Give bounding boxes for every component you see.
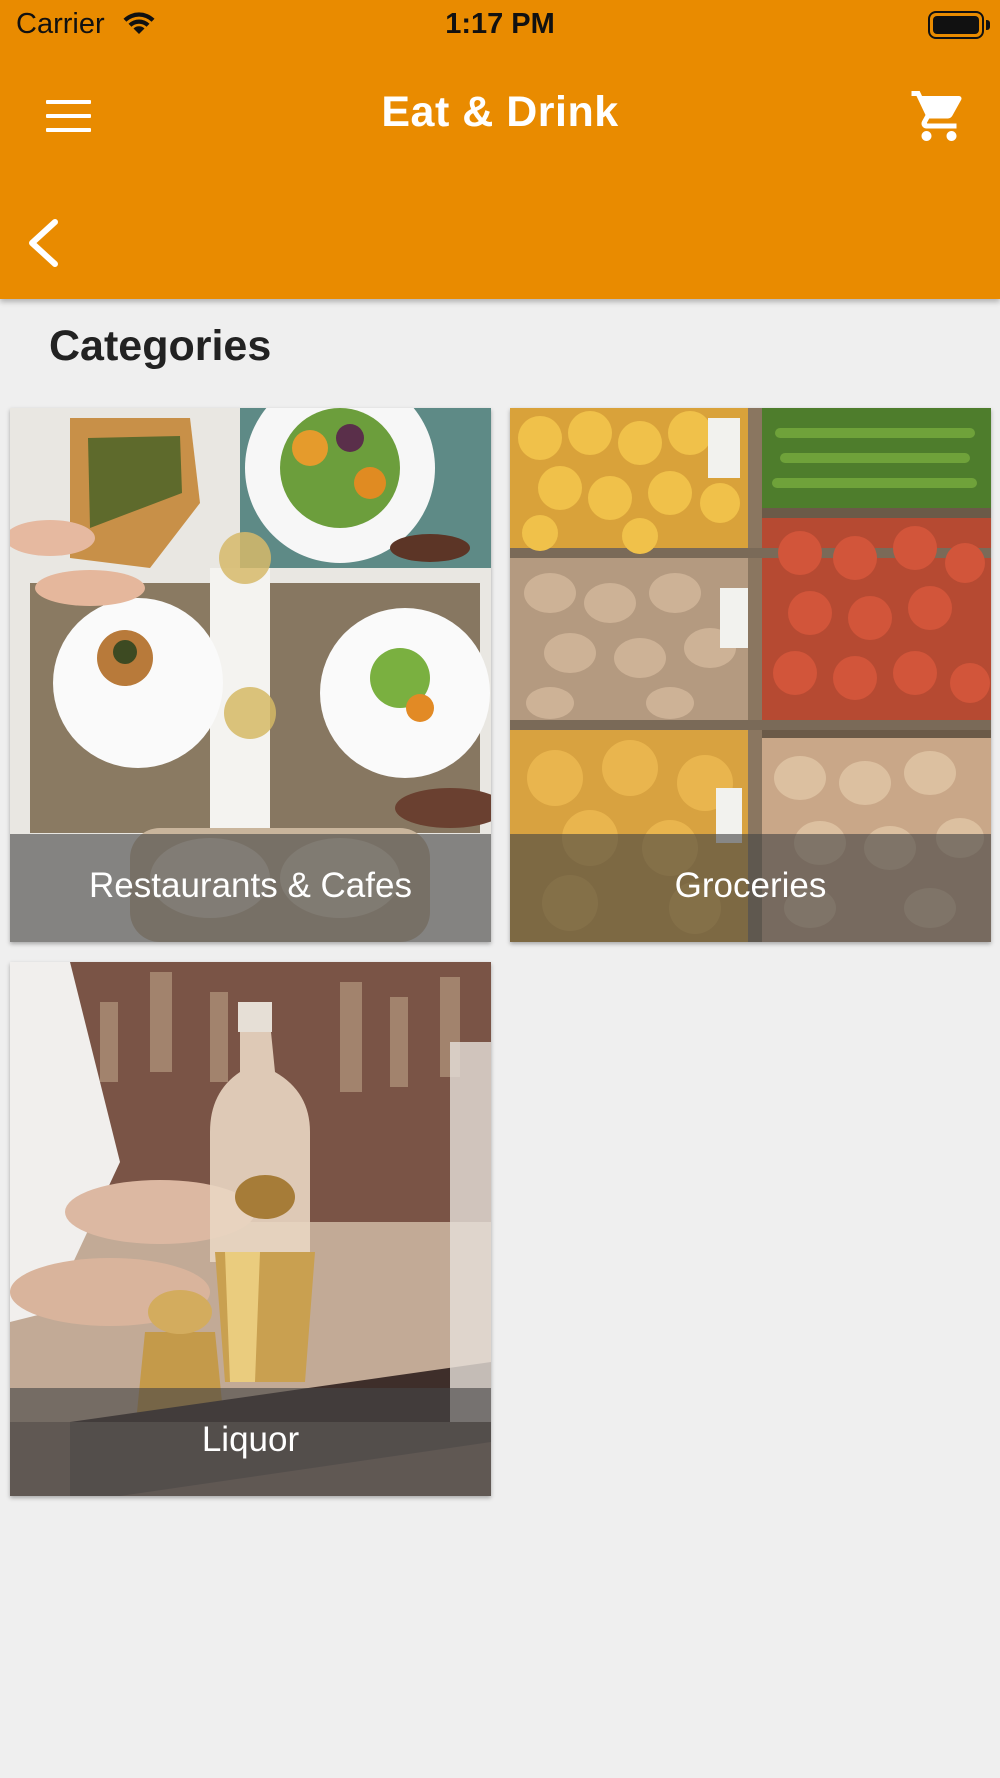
category-label: Liquor: [201, 1420, 300, 1459]
back-button[interactable]: [20, 210, 80, 272]
battery-cap: [986, 20, 990, 30]
category-tile-restaurants[interactable]: Restaurants & Cafes: [10, 408, 491, 942]
status-time: 1:17 PM: [445, 8, 555, 40]
category-tile-liquor[interactable]: Liquor: [10, 962, 491, 1496]
back-chevron-icon: [29, 219, 58, 267]
section-heading: Categories: [49, 322, 272, 370]
battery-icon: [928, 11, 984, 39]
cart-button[interactable]: [909, 86, 969, 146]
cart-icon: [911, 91, 962, 141]
app-bar: Carrier 1:17 PM Eat & Drink: [0, 0, 1000, 299]
category-tile-groceries[interactable]: Groceries: [510, 408, 991, 942]
page-title: Eat & Drink: [381, 88, 619, 136]
status-bar: Carrier 1:17 PM: [0, 0, 1000, 52]
category-label: Groceries: [674, 866, 827, 905]
category-label: Restaurants & Cafes: [89, 866, 412, 905]
